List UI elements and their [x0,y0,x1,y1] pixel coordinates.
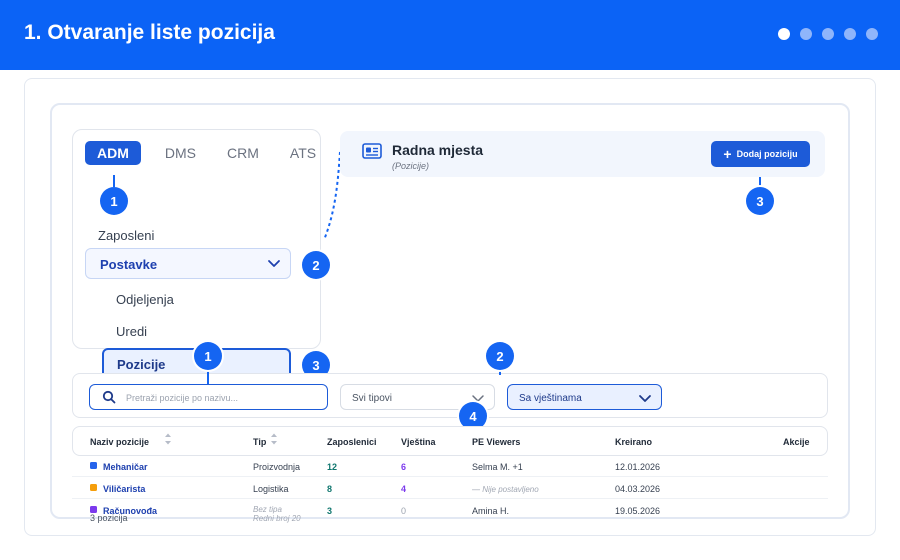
filter-badge-2: 2 [486,342,514,370]
badge-connector [113,175,115,187]
column-viewers[interactable]: PE Viewers [472,437,520,447]
column-name[interactable]: Naziv pozicije [90,437,149,447]
plus-icon: + [723,146,732,162]
page-title: 1. Otvaranje liste pozicija [24,21,275,44]
tab-ats[interactable]: ATS [290,145,316,161]
table-row-viewers: Amina H. [472,506,510,516]
search-placeholder: Pretraži pozicije po nazivu... [126,393,239,403]
badge-connector [759,177,761,187]
sort-icon[interactable] [164,432,172,451]
step-dot-3[interactable] [822,28,834,40]
search-icon [102,390,116,409]
table-row-type: Proizvodnja [253,462,301,472]
skills-select-value: Sa vještinama [519,393,582,404]
table-row-skills: 0 [401,506,407,516]
column-type[interactable]: Tip [253,437,266,447]
column-created[interactable]: Kreirano [615,437,652,447]
postavke-label: Postavke [100,257,158,272]
table-row-created: 19.05.2026 [615,506,661,516]
table-row-employees: 3 [327,506,333,516]
table-header [72,426,828,456]
table-row-viewers: Selma M. +1 [472,462,523,472]
pozicije-label: Pozicije [117,357,166,372]
step-badge-3-add: 3 [746,187,774,215]
table-row-name[interactable]: Mehaničar [103,462,148,472]
table-row-type: Bez tipa [253,505,282,514]
column-skills[interactable]: Vještina [401,437,436,447]
section-title: Radna mjesta [392,142,484,158]
table-row-name[interactable]: Viličarista [103,484,145,494]
chevron-down-icon [266,255,282,276]
color-swatch [90,506,97,513]
row-divider [72,476,828,477]
table-row-employees: 8 [327,484,333,494]
result-count: 3 pozicija [90,513,128,523]
table-row-type: Logistika [253,484,289,494]
step-dot-5[interactable] [866,28,878,40]
menu-item-zaposleni[interactable]: Zaposleni [98,228,154,243]
step-badge-1: 1 [100,187,128,215]
tab-crm[interactable]: CRM [227,145,259,161]
column-employees[interactable]: Zaposlenici [327,437,377,447]
add-position-label: Dodaj poziciju [736,149,798,159]
step-badge-2: 2 [302,251,330,279]
filter-badge-1: 1 [194,342,222,370]
table-row-skills: 4 [401,484,407,494]
step-dot-2[interactable] [800,28,812,40]
header-bar: 1. Otvaranje liste pozicija [0,0,900,70]
table-row-created: 04.03.2026 [615,484,661,494]
color-swatch [90,484,97,491]
tab-dms[interactable]: DMS [165,145,196,161]
skills-select[interactable]: Sa vještinama [507,384,662,410]
add-position-button[interactable]: + Dodaj poziciju [711,141,810,167]
footer-note: Redni broj 20 [253,514,301,523]
section-subtitle: (Pozicije) [392,161,430,171]
chevron-down-icon [637,390,653,411]
column-actions: Akcije [783,437,810,447]
menu-item-uredi[interactable]: Uredi [116,324,147,339]
step-indicator [778,28,878,40]
search-input[interactable]: Pretraži pozicije po nazivu... [89,384,328,410]
type-select-value: Svi tipovi [352,393,393,404]
tab-adm[interactable]: ADM [85,141,141,165]
menu-item-odjeljenja[interactable]: Odjeljenja [116,292,174,307]
table-row-created: 12.01.2026 [615,462,661,472]
table-row-skills: 6 [401,462,407,472]
table-row-employees: 12 [327,462,338,472]
menu-item-postavke[interactable]: Postavke [85,248,291,279]
step-dot-4[interactable] [844,28,856,40]
step-dot-1[interactable] [778,28,790,40]
color-swatch [90,462,97,469]
table-row-viewers: — Nije postavljeno [472,485,539,494]
module-tabs: ADM DMS CRM ATS [85,141,347,165]
row-divider [72,498,828,499]
id-card-icon [362,143,382,164]
sort-icon[interactable] [270,432,278,451]
radna-mjesta-header: Radna mjesta (Pozicije) + Dodaj poziciju [340,131,825,177]
